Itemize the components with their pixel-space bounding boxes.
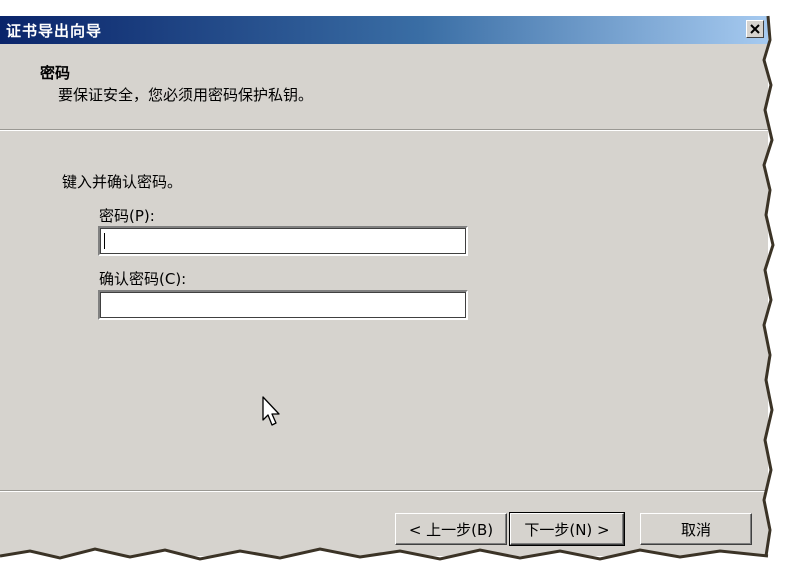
torn-edge-decoration — [0, 15, 787, 576]
